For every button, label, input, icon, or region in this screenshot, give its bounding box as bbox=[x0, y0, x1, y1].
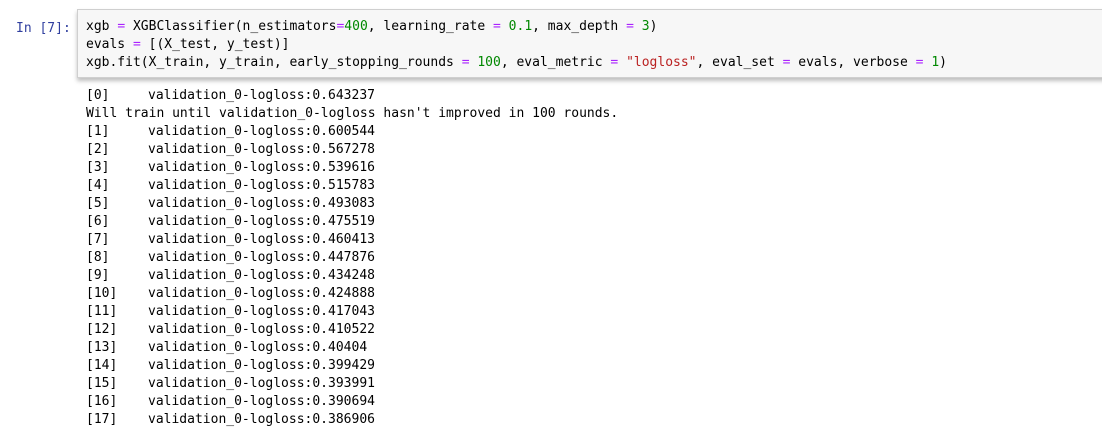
output-line: [13] validation_0-logloss:0.40404 bbox=[86, 339, 618, 357]
code-token: 400 bbox=[344, 19, 368, 34]
output-text: validation_0-logloss:0.399429 bbox=[148, 358, 375, 373]
round-index: [12] bbox=[86, 322, 118, 337]
output-text: validation_0-logloss:0.417043 bbox=[148, 304, 375, 319]
output-text: validation_0-logloss:0.475519 bbox=[148, 214, 375, 229]
code-line: evals = [(X_test, y_test)] bbox=[86, 36, 947, 54]
round-index: [9] bbox=[86, 268, 110, 283]
cell-output: [0] validation_0-logloss:0.643237 Will tra… bbox=[86, 87, 618, 429]
code-token: 100 bbox=[477, 55, 501, 70]
round-index: [5] bbox=[86, 196, 110, 211]
code-token: evals bbox=[86, 37, 133, 52]
output-line: [2] validation_0-logloss:0.567278 bbox=[86, 141, 618, 159]
round-index: [11] bbox=[86, 304, 118, 319]
round-index: [1] bbox=[86, 124, 110, 139]
code-token: = bbox=[117, 19, 126, 34]
code-token: 1 bbox=[931, 55, 940, 70]
output-text: validation_0-logloss:0.40404 bbox=[148, 340, 368, 355]
output-line: [5] validation_0-logloss:0.493083 bbox=[86, 195, 618, 213]
code-token: = bbox=[915, 55, 924, 70]
output-text: validation_0-logloss:0.643237 bbox=[148, 88, 375, 103]
round-index: [17] bbox=[86, 412, 118, 427]
output-text: validation_0-logloss:0.567278 bbox=[148, 142, 375, 157]
code-editor[interactable]: xgb = XGBClassifier(n_estimators=400, le… bbox=[77, 9, 1102, 78]
round-index: [16] bbox=[86, 394, 118, 409]
output-line: [15] validation_0-logloss:0.393991 bbox=[86, 375, 618, 393]
round-index: [10] bbox=[86, 286, 118, 301]
round-index: [0] bbox=[86, 88, 110, 103]
round-index: [13] bbox=[86, 340, 118, 355]
round-index: [3] bbox=[86, 160, 110, 175]
round-index: [7] bbox=[86, 232, 110, 247]
output-text: validation_0-logloss:0.434248 bbox=[148, 268, 375, 283]
code-token: "logloss" bbox=[626, 55, 697, 70]
code-line: xgb.fit(X_train, y_train, early_stopping… bbox=[86, 54, 947, 72]
output-line: [9] validation_0-logloss:0.434248 bbox=[86, 267, 618, 285]
code-token: xgb bbox=[86, 19, 118, 34]
code-token: = bbox=[626, 19, 634, 34]
round-index: [15] bbox=[86, 376, 118, 391]
output-text: validation_0-logloss:0.410522 bbox=[148, 322, 375, 337]
output-text: validation_0-logloss:0.460413 bbox=[148, 232, 375, 247]
code-token: , max_depth bbox=[532, 19, 627, 34]
output-line: [0] validation_0-logloss:0.643237 bbox=[86, 87, 618, 105]
output-line: [16] validation_0-logloss:0.390694 bbox=[86, 393, 618, 411]
output-line: [11] validation_0-logloss:0.417043 bbox=[86, 303, 618, 321]
output-line: Will train until validation_0-logloss ha… bbox=[86, 105, 618, 123]
code-token: , learning_rate bbox=[367, 19, 494, 34]
code-token: 3 bbox=[641, 19, 650, 34]
output-text: validation_0-logloss:0.386906 bbox=[148, 412, 375, 427]
input-prompt: In [7]: bbox=[16, 21, 71, 36]
round-index: [4] bbox=[86, 178, 110, 193]
output-line: [1] validation_0-logloss:0.600544 bbox=[86, 123, 618, 141]
round-index: [2] bbox=[86, 142, 110, 157]
code-line: xgb = XGBClassifier(n_estimators=400, le… bbox=[86, 18, 947, 36]
code-token: = bbox=[132, 37, 141, 52]
code-token: 0.1 bbox=[508, 19, 533, 34]
output-text: validation_0-logloss:0.493083 bbox=[148, 196, 375, 211]
code-token: ) bbox=[939, 55, 947, 70]
code-token: ) bbox=[649, 19, 658, 34]
code-token: XGBClassifier(n_estimators bbox=[125, 19, 337, 34]
output-line: [12] validation_0-logloss:0.410522 bbox=[86, 321, 618, 339]
code-token: xgb.fit(X_train, y_train, early_stopping… bbox=[86, 55, 462, 70]
output-text: validation_0-logloss:0.424888 bbox=[148, 286, 375, 301]
code-token: , eval_set bbox=[696, 55, 783, 70]
output-line: [17] validation_0-logloss:0.386906 bbox=[86, 411, 618, 429]
code-token: evals, verbose bbox=[790, 55, 916, 70]
output-line: [4] validation_0-logloss:0.515783 bbox=[86, 177, 618, 195]
output-text: validation_0-logloss:0.393991 bbox=[148, 376, 375, 391]
output-text: validation_0-logloss:0.515783 bbox=[148, 178, 375, 193]
code-token: [(X_test, y_test)] bbox=[140, 37, 290, 52]
round-index: [14] bbox=[86, 358, 118, 373]
code-token: = bbox=[493, 19, 501, 34]
output-line: [10] validation_0-logloss:0.424888 bbox=[86, 285, 618, 303]
output-line: [3] validation_0-logloss:0.539616 bbox=[86, 159, 618, 177]
round-index: [6] bbox=[86, 214, 110, 229]
round-index: [8] bbox=[86, 250, 110, 265]
code-text[interactable]: xgb = XGBClassifier(n_estimators=400, le… bbox=[86, 18, 947, 72]
output-text: validation_0-logloss:0.600544 bbox=[148, 124, 375, 139]
output-text: validation_0-logloss:0.447876 bbox=[148, 250, 375, 265]
output-line: [14] validation_0-logloss:0.399429 bbox=[86, 357, 618, 375]
output-line: [8] validation_0-logloss:0.447876 bbox=[86, 249, 618, 267]
output-line: [6] validation_0-logloss:0.475519 bbox=[86, 213, 618, 231]
output-line: [7] validation_0-logloss:0.460413 bbox=[86, 231, 618, 249]
code-token: , eval_metric bbox=[500, 55, 611, 70]
code-token: = bbox=[461, 55, 470, 70]
output-text: validation_0-logloss:0.539616 bbox=[148, 160, 375, 175]
notebook-code-cell: In [7]: xgb = XGBClassifier(n_estimators… bbox=[0, 0, 1102, 431]
output-text: validation_0-logloss:0.390694 bbox=[148, 394, 375, 409]
output-text: Will train until validation_0-logloss ha… bbox=[86, 106, 619, 121]
